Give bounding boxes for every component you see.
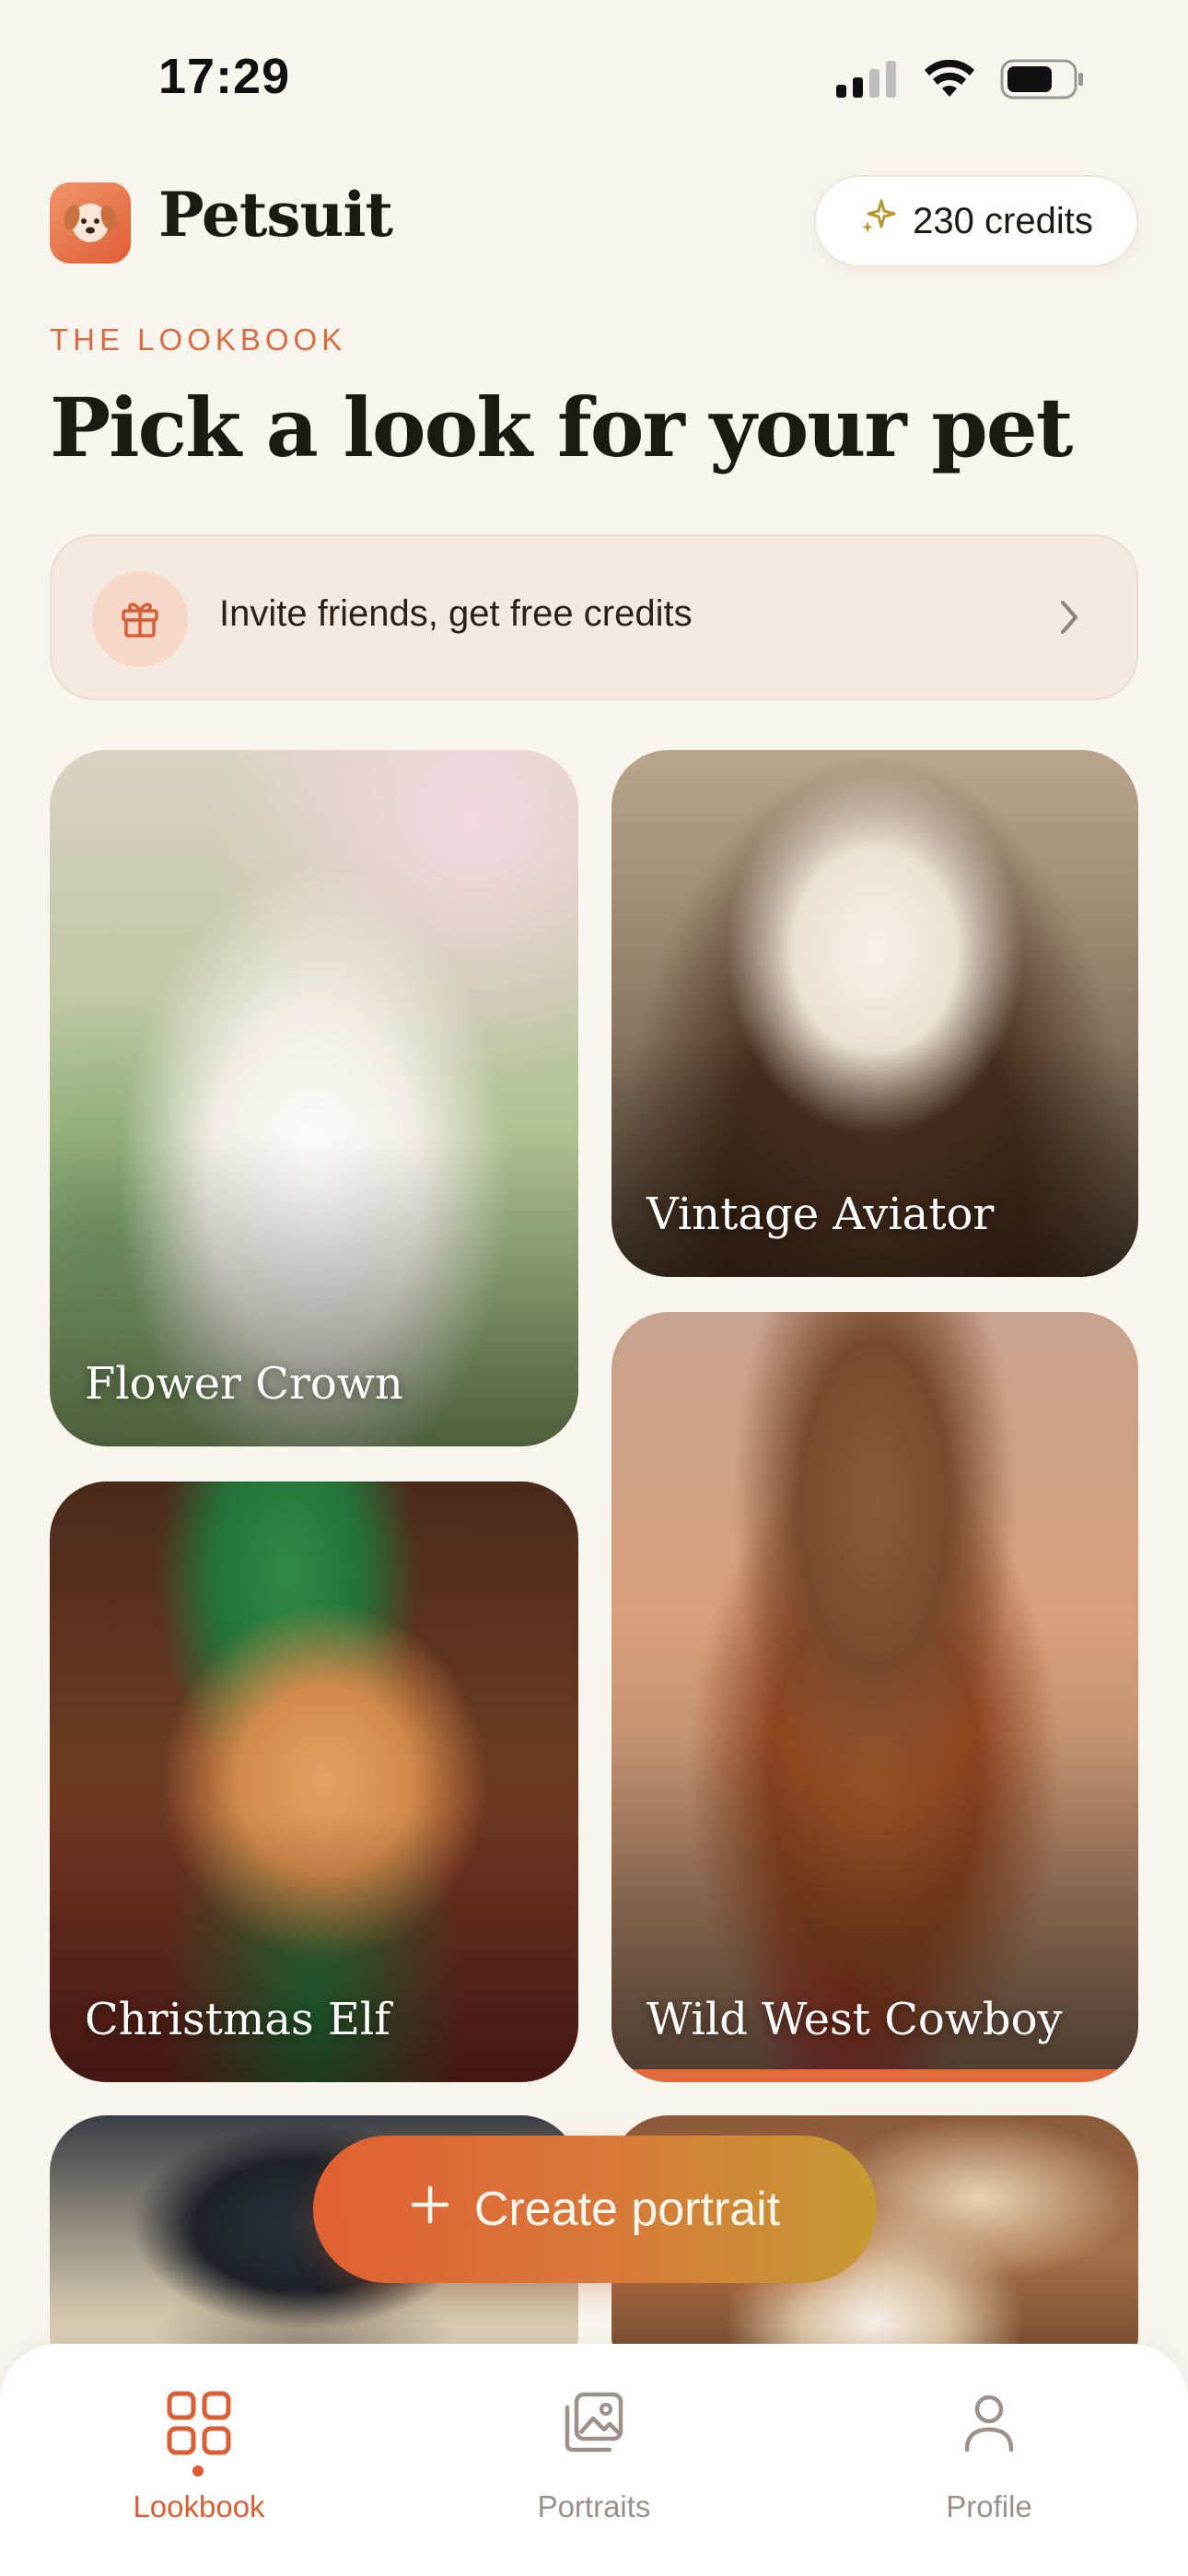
battery-icon <box>1000 59 1085 103</box>
gift-icon <box>117 594 163 644</box>
page-title: Pick a look for your pet <box>50 380 1073 475</box>
credits-label: 230 credits <box>913 200 1093 241</box>
person-icon <box>888 2388 1090 2458</box>
dog-logo-icon <box>61 193 120 252</box>
tab-label: Lookbook <box>133 2489 265 2523</box>
tab-label: Portraits <box>537 2489 651 2523</box>
look-card-label: Christmas Elf <box>85 1994 391 2045</box>
status-time: 17:29 <box>158 49 291 104</box>
gift-badge <box>92 571 188 667</box>
look-card-flower-crown[interactable]: Flower Crown <box>50 750 578 1446</box>
active-tab-dot <box>192 2465 204 2476</box>
card-shade <box>611 1039 1138 1277</box>
cellular-signal-icon <box>836 61 899 101</box>
look-card-label: Wild West Cowboy <box>646 1994 1063 2045</box>
selected-indicator <box>611 2069 1138 2082</box>
create-portrait-button[interactable]: Create portrait <box>313 2136 877 2283</box>
wifi-icon <box>923 59 976 102</box>
app-logo <box>50 182 131 263</box>
credits-button[interactable]: 230 credits <box>814 175 1138 267</box>
look-card-wild-west-cowboy[interactable]: Wild West Cowboy <box>611 1312 1138 2082</box>
invite-banner[interactable]: Invite friends, get free credits <box>50 534 1138 700</box>
status-bar: 17:29 <box>0 0 1188 157</box>
sparkle-icon <box>859 197 898 245</box>
section-eyebrow: THE LOOKBOOK <box>50 322 347 357</box>
gallery-icon <box>493 2388 695 2458</box>
tab-portraits[interactable]: Portraits <box>493 2388 695 2524</box>
tab-label: Profile <box>946 2489 1032 2523</box>
status-icons <box>836 59 1085 103</box>
bottom-tab-bar: Lookbook Portraits Profile <box>0 2344 1188 2576</box>
grid-icon <box>98 2388 300 2458</box>
brand-name: Petsuit <box>158 179 393 251</box>
app-header: Petsuit 230 credits <box>50 175 1138 313</box>
invite-label: Invite friends, get free credits <box>219 593 693 634</box>
look-card-label: Flower Crown <box>85 1358 403 1410</box>
look-card-vintage-aviator[interactable]: Vintage Aviator <box>611 750 1138 1277</box>
chevron-right-icon <box>1055 597 1083 641</box>
look-card-christmas-elf[interactable]: Christmas Elf <box>50 1481 578 2082</box>
tab-profile[interactable]: Profile <box>888 2388 1090 2524</box>
plus-icon <box>410 2182 450 2237</box>
tab-lookbook[interactable]: Lookbook <box>98 2388 300 2524</box>
create-portrait-label: Create portrait <box>473 2183 781 2236</box>
look-card-label: Vintage Aviator <box>646 1188 995 1240</box>
